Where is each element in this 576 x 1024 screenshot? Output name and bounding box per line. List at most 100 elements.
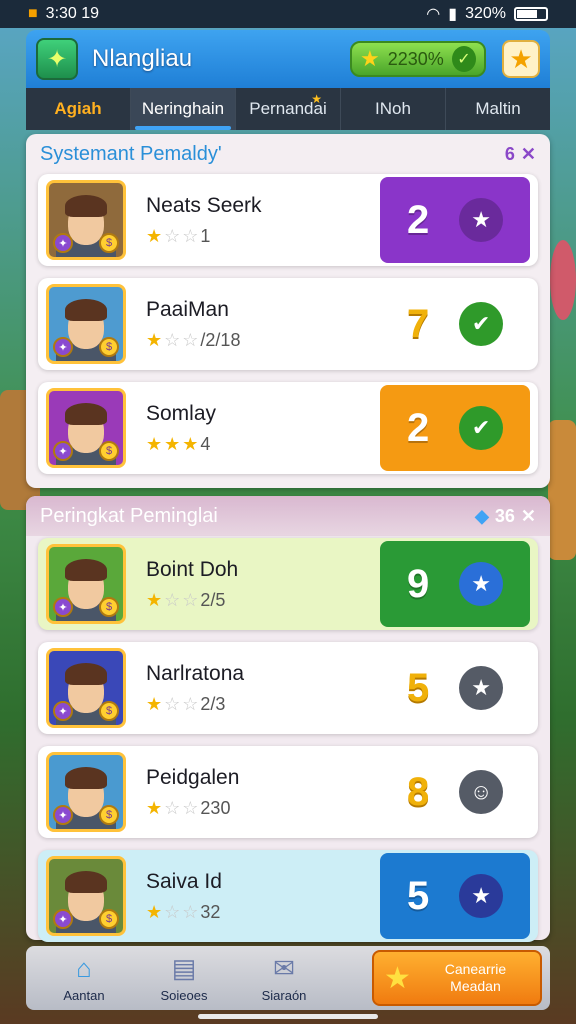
star-empty-icon: ☆ <box>182 901 199 922</box>
check-icon: ✔ <box>459 406 504 450</box>
rating-value: 2/3 <box>200 693 226 714</box>
player-name: Saiva Id <box>146 869 222 893</box>
coin-badge-icon: $ <box>99 909 119 929</box>
list-item[interactable]: ✦ $ Somlay ★ ★ ★ 4 2 ✔ <box>38 382 538 474</box>
nav-item-home[interactable]: ⌂ Aantan <box>34 953 134 1003</box>
battery-percent: 320% <box>465 5 506 22</box>
star-icon: ★ <box>459 874 504 918</box>
currency-value: 2230% <box>387 48 444 69</box>
avatar[interactable]: ✦ $ <box>46 648 126 728</box>
star-filled-icon: ★ <box>146 225 163 246</box>
signal-icon: ▮ <box>448 6 458 23</box>
rating-value: 1 <box>200 225 211 246</box>
list-item[interactable]: ✦ $ Narlratona ★ ☆ ☆ 2/3 5 ★ <box>38 642 538 734</box>
avatar[interactable]: ✦ $ <box>46 388 126 468</box>
player-info: Boint Doh ★ ☆ ☆ 2/5 <box>146 558 380 611</box>
tab-maltin[interactable]: Maltin <box>446 88 550 130</box>
tab-agiah[interactable]: Agiah <box>26 88 131 130</box>
star-icon: ★ <box>360 46 380 71</box>
list-item[interactable]: ✦ $ Neats Seerk ★ ☆ ☆ 1 2 ★ <box>38 174 538 266</box>
class-badge-icon: ✦ <box>53 909 73 929</box>
background-balloon <box>550 240 576 320</box>
score-box[interactable]: 8 ☺ <box>380 749 530 835</box>
tab-pernandai[interactable]: Pernandai ★ <box>236 88 341 130</box>
player-info: PaaiMan ★ ☆ ☆/2/18 <box>146 298 380 351</box>
star-rating: ★ ☆ ☆ 2/3 <box>146 694 380 715</box>
player-info: Somlay ★ ★ ★ 4 <box>146 402 380 455</box>
score-box[interactable]: 2 ✔ <box>380 385 530 471</box>
player-name: Peidgalen <box>146 765 240 789</box>
player-name: Boint Doh <box>146 557 239 581</box>
favorite-button[interactable]: ★ <box>502 40 540 78</box>
check-icon: ✔ <box>459 302 504 346</box>
star-empty-icon: ☆ <box>182 329 199 350</box>
leaf-star-icon[interactable]: ✦ <box>36 38 78 80</box>
list-item[interactable]: ✦ $ Peidgalen ★ ☆ ☆ 230 8 ☺ <box>38 746 538 838</box>
class-badge-icon: ✦ <box>53 805 73 825</box>
star-empty-icon: ☆ <box>182 693 199 714</box>
star-filled-icon: ★ <box>146 433 163 454</box>
close-icon: ✕ <box>520 143 536 164</box>
home-indicator[interactable] <box>198 1014 378 1019</box>
score-box[interactable]: 2 ★ <box>380 177 530 263</box>
rating-value: 32 <box>200 901 221 922</box>
add-currency-icon[interactable]: ✓ <box>451 46 476 72</box>
close-icon: ✕ <box>520 505 536 526</box>
avatar[interactable]: ✦ $ <box>46 856 126 936</box>
background-hut-right <box>548 420 576 560</box>
tab-inoh[interactable]: INoh <box>341 88 446 130</box>
class-badge-icon: ✦ <box>53 337 73 357</box>
ranking-panel-1: Systemant Pemaldy' 6 ✕ ✦ $ Neats Seerk ★ ☆ ☆ 1 2… <box>26 134 550 488</box>
star-empty-icon: ☆ <box>164 901 181 922</box>
avatar[interactable]: ✦ $ <box>46 752 126 832</box>
ranking-panel-2: Peringkat Peminglai ◆ 36 ✕ ✦ $ Boint Doh ★ ☆ ☆ 2… <box>26 496 550 942</box>
close-button[interactable]: 6 ✕ <box>505 144 536 165</box>
list-item[interactable]: ✦ $ PaaiMan ★ ☆ ☆/2/18 7 ✔ <box>38 278 538 370</box>
rating-value: 2/5 <box>200 589 226 610</box>
avatar[interactable]: ✦ $ <box>46 544 126 624</box>
star-filled-icon: ★ <box>146 901 163 922</box>
score-box[interactable]: 5 ★ <box>380 645 530 731</box>
star-icon: ★ <box>459 198 504 242</box>
list-item[interactable]: ✦ $ Boint Doh ★ ☆ ☆ 2/5 9 ★ <box>38 538 538 630</box>
nav-item-message[interactable]: ✉ Siaraón <box>234 953 334 1003</box>
coin-badge-icon: $ <box>99 441 119 461</box>
panel-title: Peringkat Peminglai <box>40 504 218 527</box>
close-count: 6 <box>504 143 515 164</box>
nav-label: Soieoes <box>160 988 208 1003</box>
star-icon: ★ <box>384 961 411 995</box>
avatar-hair <box>65 403 107 425</box>
coin-badge-icon: $ <box>99 337 119 357</box>
star-filled-icon: ★ <box>146 329 163 350</box>
tab-bar: Agiah Neringhain Pernandai ★ INoh Maltin <box>26 88 550 130</box>
avatar[interactable]: ✦ $ <box>46 180 126 260</box>
nav-label: Aantan <box>63 988 105 1003</box>
star-empty-icon: ☆ <box>182 797 199 818</box>
list-item[interactable]: ✦ $ Saiva Id ★ ☆ ☆ 32 5 ★ <box>38 850 538 942</box>
battery-icon <box>514 7 548 21</box>
score-value: 2 <box>406 197 430 242</box>
star-empty-icon: ☆ <box>182 225 199 246</box>
avatar-hair <box>65 559 107 581</box>
new-star-icon: ★ <box>311 92 322 106</box>
rating-value: 230 <box>200 797 231 818</box>
nav-item-chat[interactable]: ▤ Soieoes <box>134 953 234 1003</box>
avatar-hair <box>65 663 107 685</box>
star-empty-icon: ☆ <box>164 797 181 818</box>
currency-counter[interactable]: ★ 2230% ✓ <box>350 41 486 77</box>
avatar[interactable]: ✦ $ <box>46 284 126 364</box>
star-icon: ★ <box>509 43 533 74</box>
rating-value: 4 <box>200 433 211 454</box>
coin-badge-icon: $ <box>99 597 119 617</box>
player-name: Neats Seerk <box>146 193 262 217</box>
tab-neringhain[interactable]: Neringhain <box>131 88 236 130</box>
close-button[interactable]: ◆ 36 ✕ <box>475 506 536 527</box>
face-icon: ☺ <box>459 770 504 814</box>
cta-button[interactable]: ★ Canearrie Meadan <box>372 950 542 1006</box>
score-box[interactable]: 7 ✔ <box>380 281 530 367</box>
player-info: Peidgalen ★ ☆ ☆ 230 <box>146 766 380 819</box>
score-box[interactable]: 9 ★ <box>380 541 530 627</box>
star-empty-icon: ☆ <box>164 225 181 246</box>
avatar-hair <box>65 767 107 789</box>
score-box[interactable]: 5 ★ <box>380 853 530 939</box>
